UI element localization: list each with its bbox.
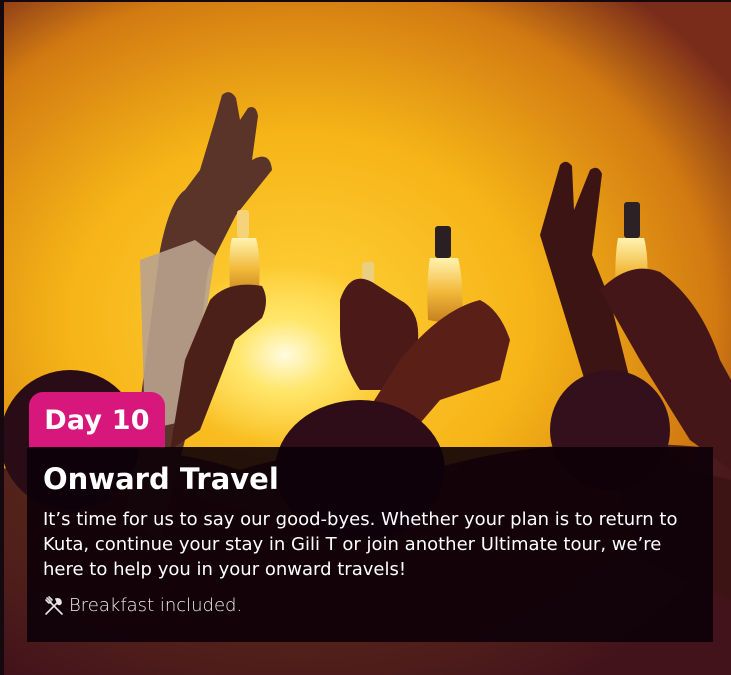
day-description: It’s time for us to say our good-byes. W… bbox=[43, 509, 678, 580]
day-badge: Day 10 bbox=[29, 392, 165, 448]
day-info-panel: Onward Travel It’s time for us to say ou… bbox=[27, 447, 713, 642]
day-title: Onward Travel bbox=[43, 462, 279, 496]
meals-text: Breakfast included. bbox=[69, 595, 243, 616]
meals-included: Breakfast included. bbox=[43, 594, 697, 618]
itinerary-day-card: Day 10 Onward Travel It’s time for us to… bbox=[0, 0, 731, 675]
cutlery-icon bbox=[43, 595, 65, 617]
